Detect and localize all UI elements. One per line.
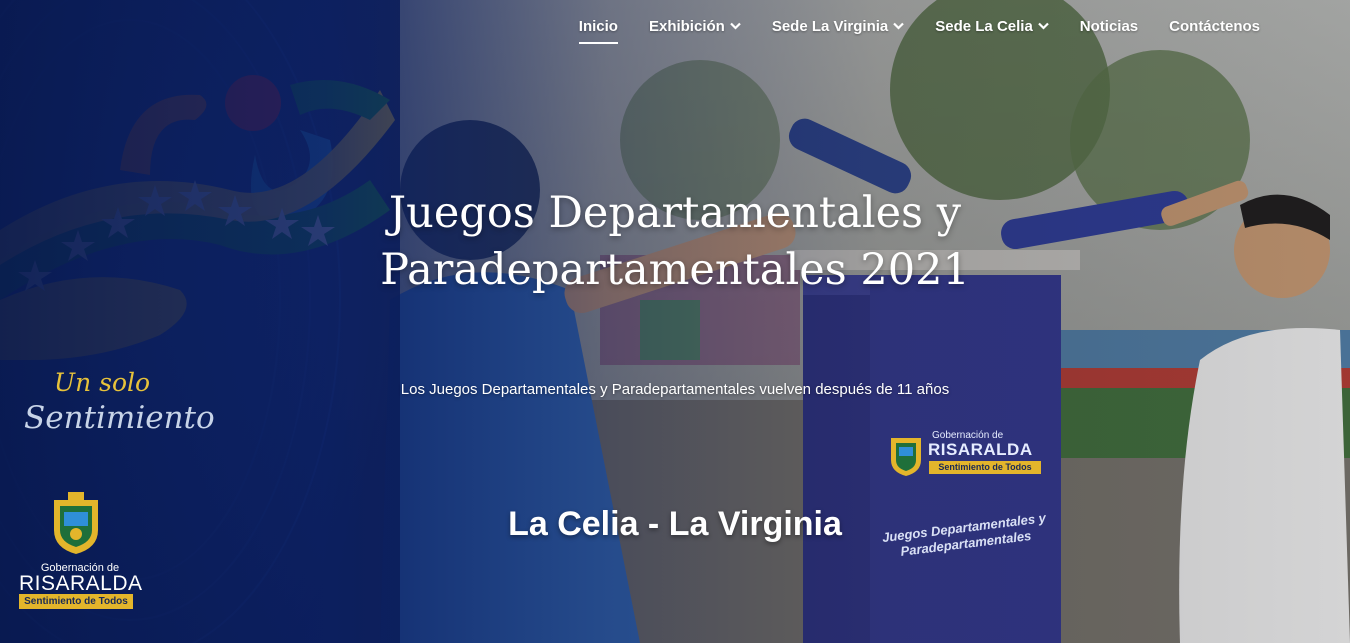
nav-item-sede-la-virginia[interactable]: Sede La Virginia	[771, 17, 905, 35]
nav-item-label: Inicio	[578, 17, 618, 35]
nav-item-noticias[interactable]: Noticias	[1080, 18, 1138, 35]
nav-item-contactenos[interactable]: Contáctenos	[1169, 18, 1260, 35]
nav-item-exhibicion[interactable]: Exhibición	[649, 18, 741, 35]
hero-overlay	[0, 0, 1350, 643]
nav-item-inicio[interactable]: Inicio	[578, 17, 619, 44]
hero-subtitle: Los Juegos Departamentales y Paradeparta…	[400, 381, 950, 398]
nav-item-label: Sede La Celia	[935, 17, 1033, 35]
nav-item-label: Exhibición	[648, 17, 725, 35]
hero-section: Un solo Sentimiento Gobernación de RISAR…	[0, 0, 1350, 643]
risaralda-seal-icon	[54, 492, 98, 554]
gov-label-name: RISARALDA	[19, 572, 143, 595]
podium-seal-icon	[891, 438, 921, 476]
chevron-down-icon	[730, 22, 741, 30]
chevron-down-icon	[1038, 22, 1049, 30]
gov-tagline-badge: Sentimiento de Todos	[19, 594, 133, 609]
podium-gov-tagline: Sentimiento de Todos	[929, 461, 1041, 474]
nav-item-sede-la-celia[interactable]: Sede La Celia	[935, 18, 1049, 35]
chevron-down-icon	[893, 22, 905, 30]
nav-item-label: Contáctenos	[1169, 17, 1260, 35]
main-nav: Inicio Exhibición Sede La Virginia Sede …	[578, 0, 1260, 52]
nav-item-label: Sede La Virginia	[771, 17, 889, 35]
podium-gov-label-name: RISARALDA	[928, 440, 1033, 459]
slogan-line-2: Sentimiento	[24, 400, 215, 436]
hero-venues: La Celia - La Virginia	[508, 505, 842, 543]
slogan-line-1: Un solo	[54, 368, 151, 397]
nav-item-label: Noticias	[1079, 17, 1139, 35]
hero-title: Juegos Departamentales y Paradepartament…	[380, 188, 970, 295]
